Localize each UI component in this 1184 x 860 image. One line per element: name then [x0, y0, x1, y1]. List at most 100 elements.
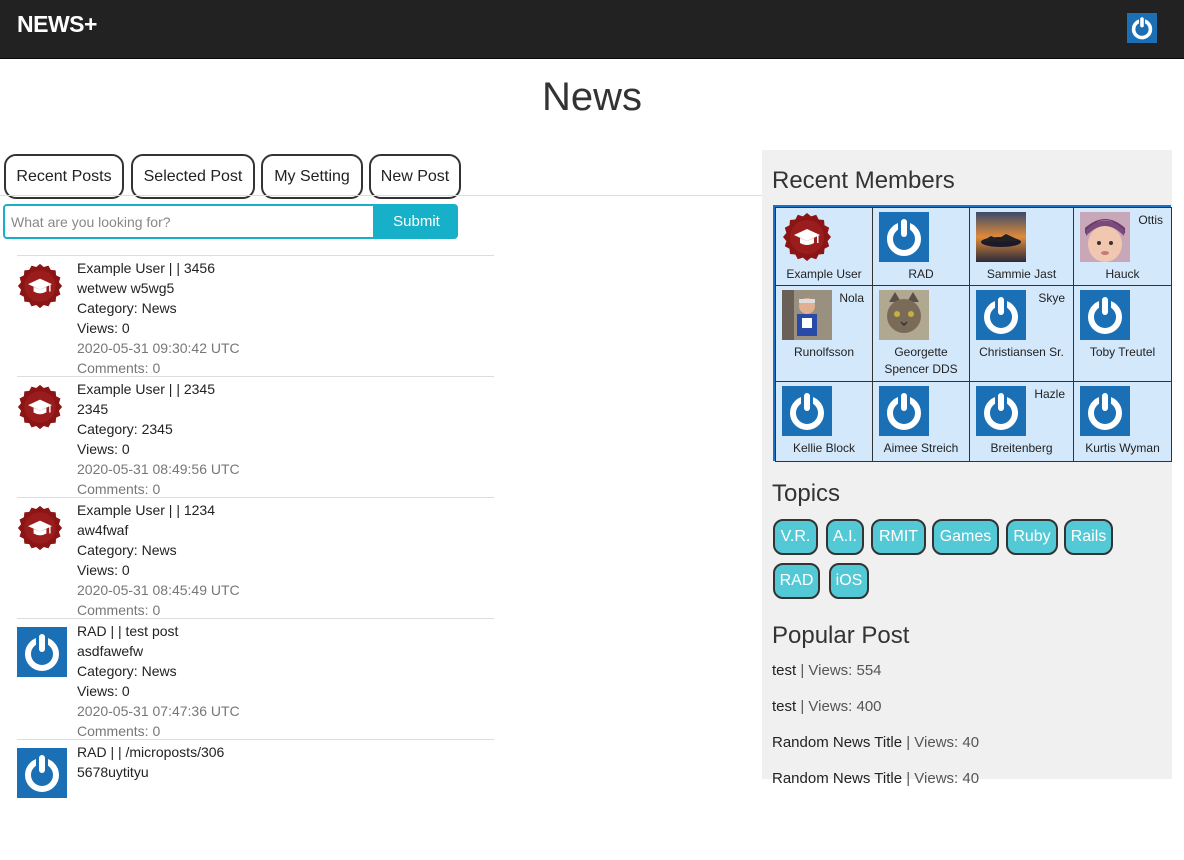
topic-tag[interactable]: Ruby — [1006, 519, 1058, 555]
post-views: Views: 0 — [77, 562, 130, 578]
topic-tag[interactable]: Rails — [1064, 519, 1113, 555]
member-first-name: Nola — [839, 291, 864, 305]
post-category: Category: 2345 — [77, 421, 173, 437]
post-category: Category: News — [77, 300, 177, 316]
member-name[interactable]: Runolfsson — [776, 344, 872, 361]
recent-members-grid: Example User RAD Sammie Jast Ottis Hauck Nola… — [773, 205, 1172, 462]
user-avatar-badge-icon[interactable] — [17, 505, 63, 551]
post-timestamp: 2020-05-31 08:45:49 UTC — [77, 582, 240, 598]
member-name[interactable]: Sammie Jast — [970, 266, 1073, 283]
post-header[interactable]: Example User | | 3456 — [77, 258, 240, 278]
member-name[interactable]: Toby Treutel — [1074, 344, 1171, 361]
popular-post-item: Random News Title | Views: 40 — [772, 734, 979, 751]
popular-post-views: | Views: 400 — [796, 698, 882, 715]
member-name[interactable]: Georgette Spencer DDS — [873, 344, 969, 378]
post-item[interactable]: Example User | | 1234 aw4fwaf Category: Ne… — [17, 497, 494, 618]
member-card[interactable]: Nola Runolfsson — [775, 285, 873, 382]
member-card[interactable]: Sammie Jast — [969, 207, 1074, 286]
post-body: 5678uytityu — [77, 764, 149, 780]
popular-post-views: | Views: 554 — [796, 662, 882, 679]
popular-post-title-link[interactable]: Random News Title — [772, 734, 902, 751]
member-first-name: Skye — [1038, 291, 1065, 305]
post-header[interactable]: RAD | | /microposts/306 — [77, 742, 224, 762]
post-views: Views: 0 — [77, 441, 130, 457]
member-card[interactable]: Aimee Streich — [872, 381, 970, 462]
member-avatar[interactable] — [976, 386, 1026, 436]
topic-tag[interactable]: iOS — [829, 563, 869, 599]
member-name[interactable]: Christiansen Sr. — [970, 344, 1073, 361]
post-timestamp: 2020-05-31 08:49:56 UTC — [77, 461, 240, 477]
member-avatar[interactable] — [782, 386, 832, 436]
user-avatar-power-icon[interactable] — [17, 748, 67, 798]
post-category: Category: News — [77, 663, 177, 679]
post-item[interactable]: RAD | | test post asdfawefw Category: News… — [17, 618, 494, 739]
member-avatar[interactable] — [1080, 386, 1130, 436]
post-comments: Comments: 0 — [77, 723, 161, 739]
search-input[interactable] — [3, 204, 375, 239]
member-name[interactable]: Example User — [776, 266, 872, 283]
post-item[interactable]: Example User | | 2345 2345 Category: 2345 V… — [17, 376, 494, 497]
brand-logo[interactable]: NEWS+ — [17, 11, 97, 38]
user-avatar-power-icon[interactable] — [17, 627, 67, 677]
member-card[interactable]: Toby Treutel — [1073, 285, 1172, 382]
user-avatar-power-icon[interactable] — [1127, 13, 1157, 43]
post-comments: Comments: 0 — [77, 481, 161, 497]
topic-tag[interactable]: Games — [932, 519, 999, 555]
post-item[interactable]: RAD | | /microposts/306 5678uytityu — [17, 739, 494, 860]
member-card[interactable]: Georgette Spencer DDS — [872, 285, 970, 382]
topic-tag[interactable]: A.I. — [826, 519, 864, 555]
member-card[interactable]: RAD — [872, 207, 970, 286]
popular-post-item: test | Views: 400 — [772, 698, 882, 715]
member-name[interactable]: Aimee Streich — [873, 440, 969, 457]
post-header[interactable]: RAD | | test post — [77, 621, 240, 641]
popular-post-title-link[interactable]: test — [772, 662, 796, 679]
member-avatar[interactable] — [782, 212, 832, 262]
member-avatar[interactable] — [976, 212, 1026, 262]
tab-my-setting[interactable]: My Setting — [261, 154, 363, 199]
post-comments: Comments: 0 — [77, 360, 161, 376]
tab-new-post[interactable]: New Post — [369, 154, 461, 199]
post-category: Category: News — [77, 542, 177, 558]
topic-tag[interactable]: RMIT — [871, 519, 926, 555]
popular-post-title-link[interactable]: test — [772, 698, 796, 715]
member-avatar[interactable] — [782, 290, 832, 340]
popular-post-views: | Views: 40 — [902, 734, 980, 751]
post-views: Views: 0 — [77, 683, 130, 699]
post-body: wetwew w5wg5 — [77, 280, 175, 296]
post-header[interactable]: Example User | | 1234 — [77, 500, 240, 520]
post-item[interactable]: Example User | | 3456 wetwew w5wg5 Categor… — [17, 255, 494, 376]
topic-tag[interactable]: V.R. — [773, 519, 818, 555]
post-header[interactable]: Example User | | 2345 — [77, 379, 240, 399]
member-first-name: Hazle — [1034, 387, 1065, 401]
member-avatar[interactable] — [879, 290, 929, 340]
tab-selected-post[interactable]: Selected Post — [131, 154, 255, 199]
topic-tag[interactable]: RAD — [773, 563, 820, 599]
member-name[interactable]: Kurtis Wyman — [1074, 440, 1171, 457]
member-name[interactable]: Breitenberg — [970, 440, 1073, 457]
member-name[interactable]: RAD — [873, 266, 969, 283]
topics-heading: Topics — [772, 480, 841, 507]
member-avatar[interactable] — [1080, 290, 1130, 340]
user-avatar-badge-icon[interactable] — [17, 384, 63, 430]
member-card[interactable]: Skye Christiansen Sr. — [969, 285, 1074, 382]
member-name[interactable]: Hauck — [1074, 266, 1171, 283]
tab-divider — [0, 195, 762, 196]
top-navbar: NEWS+ — [0, 0, 1184, 59]
member-avatar[interactable] — [1080, 212, 1130, 262]
member-card[interactable]: Ottis Hauck — [1073, 207, 1172, 286]
member-name[interactable]: Kellie Block — [776, 440, 872, 457]
post-body: asdfawefw — [77, 643, 144, 659]
post-timestamp: 2020-05-31 07:47:36 UTC — [77, 703, 240, 719]
tab-recent-posts[interactable]: Recent Posts — [4, 154, 124, 199]
member-avatar[interactable] — [879, 212, 929, 262]
search-submit-button[interactable]: Submit — [375, 204, 458, 239]
member-card[interactable]: Example User — [775, 207, 873, 286]
user-avatar-badge-icon[interactable] — [17, 263, 63, 309]
member-card[interactable]: Kurtis Wyman — [1073, 381, 1172, 462]
member-avatar[interactable] — [879, 386, 929, 436]
member-card[interactable]: Hazle Breitenberg — [969, 381, 1074, 462]
member-avatar[interactable] — [976, 290, 1026, 340]
popular-post-item: test | Views: 554 — [772, 662, 882, 679]
post-timestamp: 2020-05-31 09:30:42 UTC — [77, 340, 240, 356]
member-card[interactable]: Kellie Block — [775, 381, 873, 462]
